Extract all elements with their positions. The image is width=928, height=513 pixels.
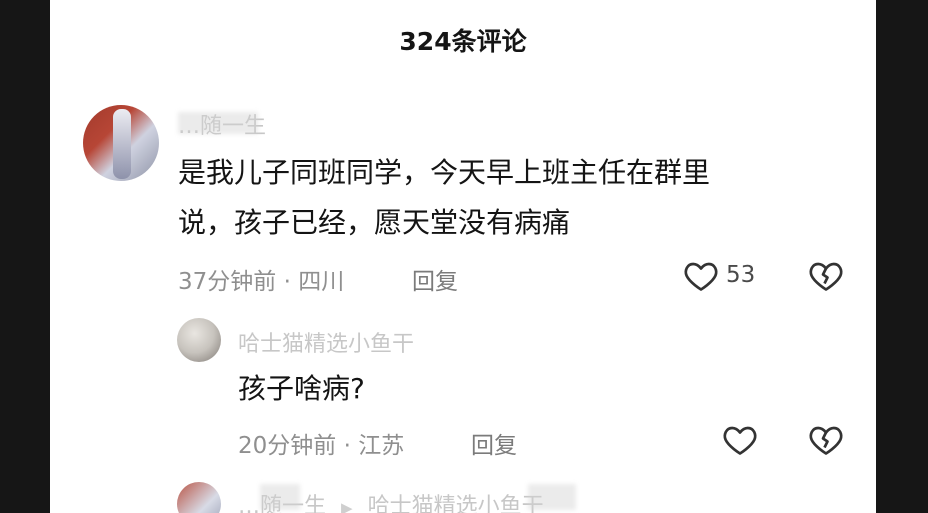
avatar-figure xyxy=(113,109,131,179)
avatar[interactable] xyxy=(177,482,221,513)
username-blur xyxy=(260,484,300,510)
avatar[interactable] xyxy=(177,318,221,362)
reply-button[interactable]: 回复 xyxy=(412,262,458,296)
comment-meta: 37分钟前 · 四川 xyxy=(178,269,345,295)
reply-button[interactable]: 回复 xyxy=(471,426,517,460)
broken-heart-icon[interactable] xyxy=(808,422,844,462)
comment-text-line: 是我儿子同班同学，今天早上班主任在群里 xyxy=(178,156,711,189)
broken-heart-icon[interactable] xyxy=(808,258,844,298)
play-triangle-icon: ▶ xyxy=(341,499,353,513)
reply-text: 孩子啥病? xyxy=(238,372,365,405)
comment-text-line: 说，孩子已经，愿天堂没有病痛 xyxy=(178,206,571,239)
username[interactable]: 哈士猫精选小鱼干 xyxy=(238,326,414,358)
username-blur xyxy=(178,112,258,134)
reply-meta: 20分钟前 · 江苏 xyxy=(238,433,405,459)
heart-outline-icon[interactable] xyxy=(722,422,758,462)
comment-count-title: 324条评论 xyxy=(399,27,527,56)
heart-outline-icon[interactable] xyxy=(683,258,719,298)
comments-panel: 324条评论 …随一生 是我儿子同班同学，今天早上班主任在群里 说，孩子已经，愿… xyxy=(50,0,876,513)
username-blur xyxy=(528,484,576,510)
reply-to-username: 哈士猫精选小鱼干 xyxy=(367,494,544,513)
avatar[interactable] xyxy=(83,105,159,181)
like-count: 53 xyxy=(726,262,756,288)
